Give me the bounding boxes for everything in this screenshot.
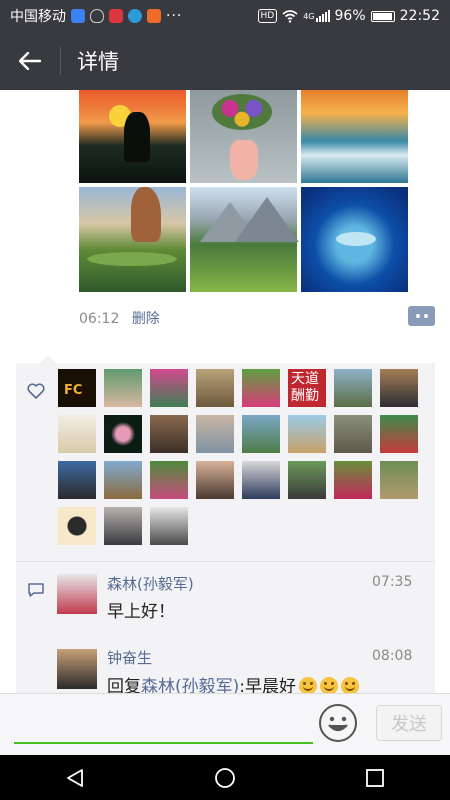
more-notifications-icon: ··· [166,8,183,24]
smile-emoji-icon [341,677,359,693]
liker-avatar[interactable] [196,415,234,453]
play-app-icon [147,9,161,23]
more-actions-button[interactable] [408,306,435,326]
comment-input[interactable] [14,706,313,744]
liker-avatar[interactable] [380,369,418,407]
send-button[interactable]: 发送 [376,705,442,741]
comment-text[interactable]: 早上好！ [107,597,175,622]
post-meta: 06:12 删除 [79,308,160,328]
likes-comments-panel: FC 天道酬勤 森林(孙毅军) 07:35 早上好！ 钟奋生 08:08 回复森… [16,355,435,693]
nav-recents-icon[interactable] [364,767,386,789]
liker-avatar[interactable] [288,461,326,499]
liker-avatar[interactable] [104,461,142,499]
photo-sea-sunset[interactable] [301,90,408,183]
smile-emoji-icon [320,677,338,693]
photo-mushroom-rock[interactable] [79,187,186,292]
liker-avatar[interactable] [380,461,418,499]
liker-avatar[interactable] [288,415,326,453]
app-bar: 详情 [0,32,450,90]
liker-avatar[interactable] [150,507,188,545]
comment-input-bar: 发送 [0,693,450,755]
post-detail: 06:12 删除 FC 天道酬勤 森林(孙毅军) 07:35 早上好！ 钟奋生 … [0,90,450,693]
heart-icon [27,383,45,399]
nav-home-icon[interactable] [214,767,236,789]
sync-app-icon [128,9,142,23]
commenter-avatar[interactable] [57,574,97,614]
likes-divider [16,561,435,562]
battery-icon [370,10,395,22]
status-bar: 中国移动 ··· HD 4G 96% 22:52 [0,0,450,32]
liker-avatar[interactable] [104,415,142,453]
panel-caret [40,355,56,363]
reply-prefix: 回复 [107,677,141,693]
liker-avatar[interactable] [104,507,142,545]
commenter-avatar[interactable] [57,649,97,689]
page-title: 详情 [77,50,119,74]
liker-avatar[interactable] [334,461,372,499]
comment-icon [28,583,44,597]
nav-back-icon[interactable] [64,767,86,789]
liker-avatar[interactable] [150,369,188,407]
wifi-icon [282,10,298,23]
liker-avatar[interactable] [380,415,418,453]
app-notification-icon [71,9,85,23]
comment-time: 08:08 [372,648,413,664]
liker-avatar[interactable]: FC [58,369,96,407]
liker-avatar[interactable] [196,461,234,499]
battery-percent: 96% [334,8,366,24]
comment-time: 07:35 [372,574,413,590]
clock: 22:52 [399,8,440,24]
network-type: 4G [303,11,315,21]
back-button[interactable] [0,32,60,90]
commenter-name[interactable]: 钟奋生 [107,647,152,668]
arrow-left-icon [19,52,41,70]
liker-avatar[interactable] [58,461,96,499]
liker-avatar[interactable] [334,369,372,407]
photo-ocean-island[interactable] [301,187,408,292]
photo-crane-sunset[interactable] [79,90,186,183]
system-nav-bar [0,755,450,800]
signal-icon [315,10,330,22]
liker-avatar[interactable] [58,507,96,545]
liker-avatar[interactable] [58,415,96,453]
reply-target-name[interactable]: 森林(孙毅军) [141,677,239,693]
liker-avatar[interactable] [334,415,372,453]
liker-avatar[interactable] [196,369,234,407]
photo-flower-vase[interactable] [190,90,297,183]
emoji-button[interactable] [318,703,358,743]
comment-text[interactable]: 回复森林(孙毅军):早晨好 [107,672,359,693]
shield-icon [90,9,104,23]
app-bar-divider [60,47,61,75]
liker-avatar[interactable] [150,415,188,453]
hd-badge: HD [257,9,278,23]
video-app-icon [109,9,123,23]
liker-avatar[interactable] [242,415,280,453]
liker-avatar[interactable] [150,461,188,499]
commenter-name[interactable]: 森林(孙毅军) [107,573,194,594]
delete-link[interactable]: 删除 [132,311,160,327]
reply-text: :早晨好 [239,677,296,693]
liker-avatar[interactable] [242,369,280,407]
liker-avatar[interactable] [104,369,142,407]
post-time: 06:12 [79,311,120,327]
liker-avatar[interactable]: 天道酬勤 [288,369,326,407]
carrier-label: 中国移动 [10,9,66,25]
photo-mountain-meadow[interactable] [190,187,299,292]
smile-emoji-icon [299,677,317,693]
liker-avatar[interactable] [242,461,280,499]
